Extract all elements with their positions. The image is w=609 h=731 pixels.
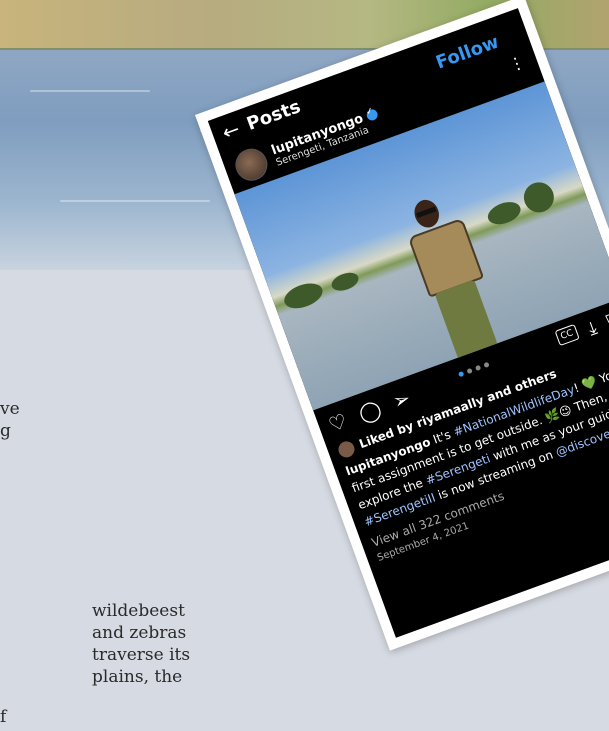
carousel-indicator (457, 361, 490, 378)
tree (484, 197, 524, 229)
carousel-dot (474, 364, 482, 372)
closed-captions-icon[interactable]: CC (554, 324, 580, 347)
carousel-dot (466, 367, 473, 375)
avatar[interactable] (230, 144, 272, 186)
article-fragment: f (0, 707, 7, 727)
article-fragment: ve (0, 399, 20, 419)
article-line: and zebras (92, 623, 187, 643)
comment-icon[interactable]: ◯ (355, 396, 384, 426)
heart-icon[interactable]: ♡ (325, 408, 350, 437)
tree (280, 278, 326, 314)
more-vertical-icon[interactable]: ⋮ (506, 52, 528, 75)
article-line: plains, the (92, 667, 183, 687)
article-line: wildebeest (92, 601, 185, 621)
instagram-screen: ← Posts lupitanyongo Serengeti, Tanzania… (207, 8, 609, 638)
article-line: traverse its (92, 645, 191, 665)
download-icon[interactable]: ⤓ (585, 317, 600, 339)
carousel-dot (457, 370, 465, 378)
carousel-dot (483, 361, 490, 369)
water-ripple (30, 90, 150, 92)
share-icon[interactable]: ➢ (389, 385, 413, 413)
article-fragment: g (0, 421, 11, 441)
tree (519, 178, 559, 217)
article-body: wildebeest and zebras traverse its plain… (92, 600, 190, 688)
tree (329, 269, 361, 295)
water-ripple (60, 200, 210, 202)
phone-screenshot: ← Posts lupitanyongo Serengeti, Tanzania… (195, 0, 609, 651)
bookmark-icon[interactable]: ⛉ (604, 308, 609, 332)
